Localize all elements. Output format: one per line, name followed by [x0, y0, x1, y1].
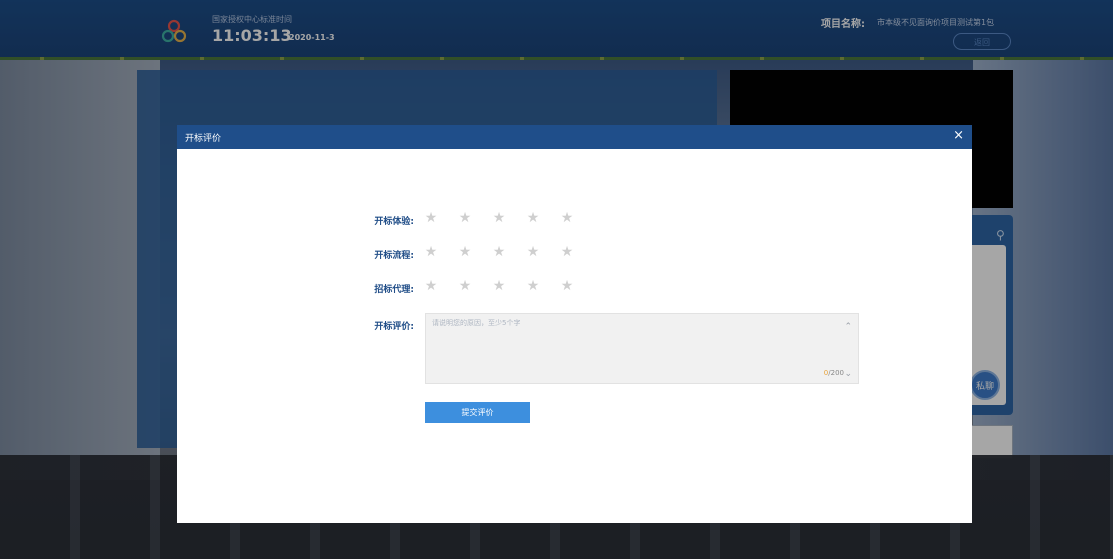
star-icon[interactable]: ★: [526, 211, 540, 225]
char-count-max: /200: [828, 369, 844, 377]
rating-stars-process: ★ ★ ★ ★ ★: [424, 245, 594, 261]
star-icon[interactable]: ★: [526, 245, 540, 259]
rating-stars-agency: ★ ★ ★ ★ ★: [424, 279, 594, 295]
rating-label-process: 开标流程:: [374, 251, 414, 261]
comment-placeholder: 请说明您的原因，至少5个字: [432, 319, 521, 327]
close-icon[interactable]: ×: [953, 128, 964, 144]
star-icon[interactable]: ★: [492, 211, 506, 225]
star-icon[interactable]: ★: [424, 279, 438, 293]
rating-label-experience: 开标体验:: [374, 217, 414, 227]
star-icon[interactable]: ★: [424, 245, 438, 259]
dialog-title: 开标评价: [185, 134, 222, 144]
comment-label: 开标评价:: [374, 322, 414, 332]
submit-evaluation-button[interactable]: 提交评价: [425, 402, 530, 423]
star-icon[interactable]: ★: [560, 211, 574, 225]
scroll-down-icon[interactable]: ⌄: [844, 369, 852, 379]
rating-stars-experience: ★ ★ ★ ★ ★: [424, 211, 594, 227]
star-icon[interactable]: ★: [424, 211, 438, 225]
scroll-up-icon[interactable]: ⌃: [844, 322, 852, 332]
dialog-header: 开标评价 ×: [177, 125, 972, 149]
evaluation-dialog: 开标评价 × 开标体验: ★ ★ ★ ★ ★ 开标流程: ★ ★ ★ ★ ★ 招…: [177, 125, 972, 523]
rating-label-agency: 招标代理:: [374, 285, 414, 295]
star-icon[interactable]: ★: [458, 245, 472, 259]
star-icon[interactable]: ★: [458, 211, 472, 225]
star-icon[interactable]: ★: [492, 245, 506, 259]
char-counter: 0/200: [824, 369, 844, 377]
star-icon[interactable]: ★: [560, 245, 574, 259]
star-icon[interactable]: ★: [492, 279, 506, 293]
star-icon[interactable]: ★: [526, 279, 540, 293]
star-icon[interactable]: ★: [458, 279, 472, 293]
star-icon[interactable]: ★: [560, 279, 574, 293]
comment-textarea[interactable]: 请说明您的原因，至少5个字 ⌃ ⌄ 0/200: [425, 313, 859, 384]
